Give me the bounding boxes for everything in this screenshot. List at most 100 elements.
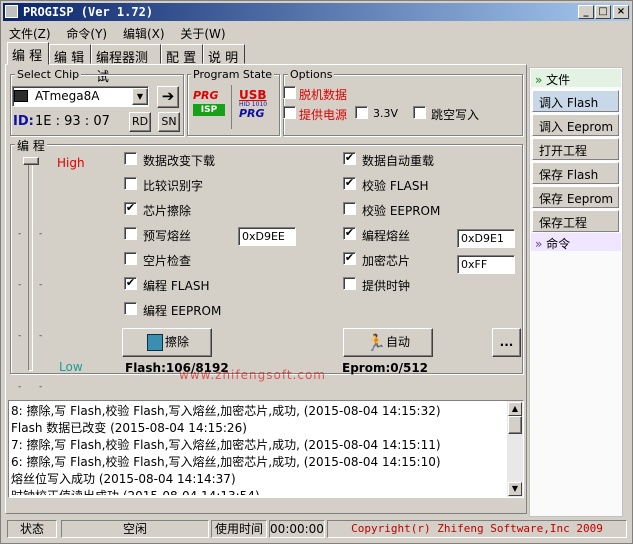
- provide-power-checkbox[interactable]: [283, 106, 296, 119]
- usb-prg-logo: USB HID 1010 PRG: [239, 88, 268, 120]
- left-option-checkbox[interactable]: [124, 252, 137, 265]
- right-option-row[interactable]: ✔ 数据自动重载: [343, 152, 463, 168]
- tab-edit[interactable]: 编 辑: [49, 44, 91, 66]
- log-line: Flash 数据已改变 (2015-08-04 14:15:26): [11, 421, 247, 435]
- serial-number-button[interactable]: SN: [158, 112, 180, 132]
- left-option-row[interactable]: 预写熔丝: [124, 227, 244, 243]
- right-option-row[interactable]: ✔ 校验 FLASH: [343, 177, 463, 193]
- sidebar-item[interactable]: 打开工程: [532, 138, 619, 160]
- select-chip-label: Select Chip: [15, 68, 82, 81]
- speed-low-label: Low: [59, 360, 83, 374]
- time-label: 使用时间: [211, 520, 267, 538]
- sidebar-item[interactable]: 保存 Flash: [532, 162, 619, 184]
- state-divider: [231, 85, 232, 129]
- right-option-label: 数据自动重载: [362, 154, 435, 168]
- menu-command[interactable]: 命令(Y): [60, 23, 113, 44]
- copyright: Copyright(r) Zhifeng Software,Inc 2009: [327, 520, 627, 538]
- expand-icon: »: [535, 237, 543, 251]
- auto-button[interactable]: 🏃 自动: [343, 328, 433, 357]
- window-title: PROGISP (Ver 1.72): [23, 5, 154, 19]
- sidebar-item[interactable]: 调入 Eeprom: [532, 114, 619, 136]
- close-button[interactable]: ×: [613, 5, 629, 19]
- log-lines: 8: 擦除,写 Flash,校验 Flash,写入熔丝,加密芯片,成功, (20…: [9, 403, 505, 495]
- right-option-checkbox[interactable]: [343, 202, 356, 215]
- left-option-checkbox[interactable]: [124, 152, 137, 165]
- right-option-label: 校验 FLASH: [362, 179, 429, 193]
- app-icon: [5, 5, 18, 18]
- left-option-row[interactable]: 编程 EEPROM: [124, 302, 244, 318]
- prefuse-field[interactable]: 0xD9EE: [238, 227, 296, 246]
- tab-help[interactable]: 说 明: [203, 44, 245, 66]
- fuse-field[interactable]: 0xD9E1: [457, 229, 515, 248]
- right-option-checkbox[interactable]: ✔: [343, 227, 356, 240]
- title-bar: PROGISP (Ver 1.72): [3, 3, 630, 21]
- menu-about[interactable]: 关于(W): [174, 23, 231, 44]
- right-option-label: 编程熔丝: [362, 229, 411, 243]
- sidebar-item[interactable]: 调入 Flash: [532, 90, 619, 112]
- tab-config[interactable]: 配 置: [161, 44, 203, 66]
- menu-edit[interactable]: 编辑(X): [117, 23, 171, 44]
- chevron-down-icon[interactable]: ▼: [132, 88, 148, 105]
- prg-isp-logo: PRG ISP: [193, 90, 225, 122]
- log-scrollbar[interactable]: ▲ ▼: [507, 401, 523, 497]
- offline-data-label: 脱机数据: [299, 88, 348, 102]
- right-option-checkbox[interactable]: ✔: [343, 177, 356, 190]
- menu-bar: 文件(Z) 命令(Y) 编辑(X) 关于(W): [3, 23, 630, 41]
- left-option-row[interactable]: 数据改变下载: [124, 152, 244, 168]
- menu-file[interactable]: 文件(Z): [3, 23, 57, 44]
- chip-select-value: ATmega8A: [35, 89, 100, 103]
- left-option-checkbox[interactable]: [124, 302, 137, 315]
- speed-slider-track: [28, 157, 33, 371]
- left-option-checkbox[interactable]: [124, 227, 137, 240]
- sidebar-file-header[interactable]: » 文件: [531, 69, 621, 87]
- program-group-label: 编 程: [15, 137, 47, 154]
- right-option-label: 提供时钟: [362, 279, 411, 293]
- slider-ticks-right: ----: [39, 229, 43, 392]
- speed-slider-thumb[interactable]: [23, 157, 39, 165]
- chip-select[interactable]: ATmega8A: [12, 86, 149, 107]
- left-option-label: 空片检查: [143, 254, 192, 268]
- tab-programmer-test[interactable]: 编程器测试: [91, 44, 161, 85]
- trash-icon: [147, 334, 163, 351]
- more-button[interactable]: ...: [492, 328, 521, 357]
- v33-checkbox[interactable]: [355, 106, 368, 119]
- status-label: 状态: [7, 520, 57, 538]
- sidebar-command-header[interactable]: » 命令: [531, 233, 621, 251]
- log-line: 时钟校正值读出成功 (2015-08-04 14:13:54): [9, 488, 505, 495]
- offline-data-checkbox[interactable]: [283, 86, 296, 99]
- right-option-row[interactable]: ✔ 加密芯片: [343, 252, 463, 268]
- read-id-button[interactable]: RD: [129, 112, 151, 132]
- scroll-down-icon[interactable]: ▼: [508, 482, 522, 496]
- left-option-checkbox[interactable]: ✔: [124, 202, 137, 215]
- watermark: www.zhifengsoft.com: [179, 368, 326, 382]
- eprom-info: Eprom:0/512: [342, 361, 429, 375]
- left-option-row[interactable]: 比较识别字: [124, 177, 244, 193]
- maximize-button[interactable]: □: [595, 5, 611, 19]
- sidebar-item[interactable]: 保存 Eeprom: [532, 186, 619, 208]
- log-line: 8: 擦除,写 Flash,校验 Flash,写入熔丝,加密芯片,成功, (20…: [11, 404, 441, 418]
- erase-button[interactable]: 擦除: [122, 328, 212, 357]
- left-option-checkbox[interactable]: [124, 177, 137, 190]
- right-option-checkbox[interactable]: ✔: [343, 252, 356, 265]
- minimize-button[interactable]: _: [578, 5, 594, 19]
- scroll-thumb[interactable]: [508, 416, 522, 434]
- left-option-row[interactable]: ✔ 芯片擦除: [124, 202, 244, 218]
- sidebar-item[interactable]: 保存工程: [532, 210, 619, 232]
- scroll-up-icon[interactable]: ▲: [508, 402, 522, 416]
- provide-power-label: 提供电源: [299, 108, 348, 122]
- status-value: 空闲: [61, 520, 209, 538]
- right-option-row[interactable]: 提供时钟: [343, 277, 463, 293]
- left-option-label: 编程 EEPROM: [143, 304, 222, 318]
- right-option-checkbox[interactable]: ✔: [343, 152, 356, 165]
- right-option-row[interactable]: ✔ 编程熔丝: [343, 227, 463, 243]
- left-option-row[interactable]: 空片检查: [124, 252, 244, 268]
- skip-blank-checkbox[interactable]: [413, 106, 426, 119]
- tab-program[interactable]: 编 程: [7, 42, 49, 65]
- left-option-row[interactable]: ✔ 编程 FLASH: [124, 277, 244, 293]
- right-option-row[interactable]: 校验 EEPROM: [343, 202, 463, 218]
- slider-ticks-left: ----: [18, 229, 22, 392]
- lock-field[interactable]: 0xFF: [457, 255, 515, 274]
- right-option-checkbox[interactable]: [343, 277, 356, 290]
- arrow-right-icon[interactable]: ➔: [157, 86, 179, 108]
- left-option-checkbox[interactable]: ✔: [124, 277, 137, 290]
